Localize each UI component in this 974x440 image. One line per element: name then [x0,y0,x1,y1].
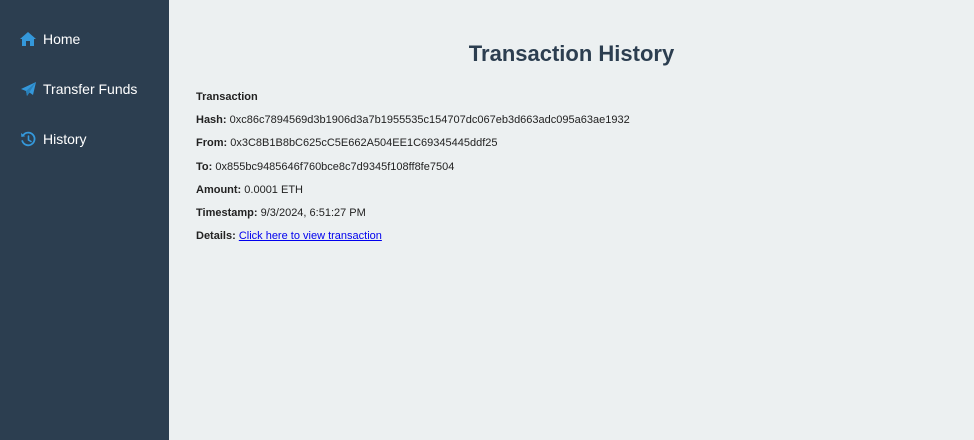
sidebar-item-label: Home [43,31,81,47]
from-value: 0x3C8B1B8bC625cC5E662A504EE1C69345445ddf… [230,137,498,150]
page-title: Transaction History [468,41,675,66]
details-label: Details: [196,230,236,243]
details-row: Details: Click here to view transaction [196,230,947,242]
sidebar: Home Transfer Funds History [0,0,169,440]
timestamp-row: Timestamp: 9/3/2024, 6:51:27 PM [196,207,947,219]
amount-value: 0.0001 ETH [244,183,303,196]
hash-row: Hash: 0xc86c7894569d3b1906d3a7b1955535c1… [196,114,947,126]
sidebar-item-history[interactable]: History [0,114,169,164]
from-row: From: 0x3C8B1B8bC625cC5E662A504EE1C69345… [196,137,947,149]
to-label: To: [196,160,213,173]
hash-label: Hash: [196,114,227,126]
sidebar-item-label: Transfer Funds [43,81,138,97]
paper-plane-icon [19,80,37,98]
to-row: To: 0x855bc9485646f760bce8c7d9345f108ff8… [196,161,947,173]
history-icon [19,130,37,148]
main-content: Transaction History Transaction Hash: 0x… [169,0,974,440]
app-root: Home Transfer Funds History Transaction … [0,0,974,440]
transaction-card: Transaction Hash: 0xc86c7894569d3b1906d3… [196,91,947,242]
sidebar-item-label: History [43,131,87,147]
transaction-heading: Transaction [196,91,258,103]
from-label: From: [196,137,228,150]
view-transaction-link[interactable]: Click here to view transaction [239,230,382,242]
timestamp-value: 9/3/2024, 6:51:27 PM [260,207,366,220]
hash-value: 0xc86c7894569d3b1906d3a7b1955535c154707d… [229,114,630,126]
amount-row: Amount: 0.0001 ETH [196,184,947,196]
home-icon [19,30,37,48]
to-value: 0x855bc9485646f760bce8c7d9345f108ff8fe75… [215,160,455,173]
amount-label: Amount: [196,183,242,196]
sidebar-item-transfer-funds[interactable]: Transfer Funds [0,64,169,114]
timestamp-label: Timestamp: [196,207,258,220]
sidebar-item-home[interactable]: Home [0,14,169,64]
